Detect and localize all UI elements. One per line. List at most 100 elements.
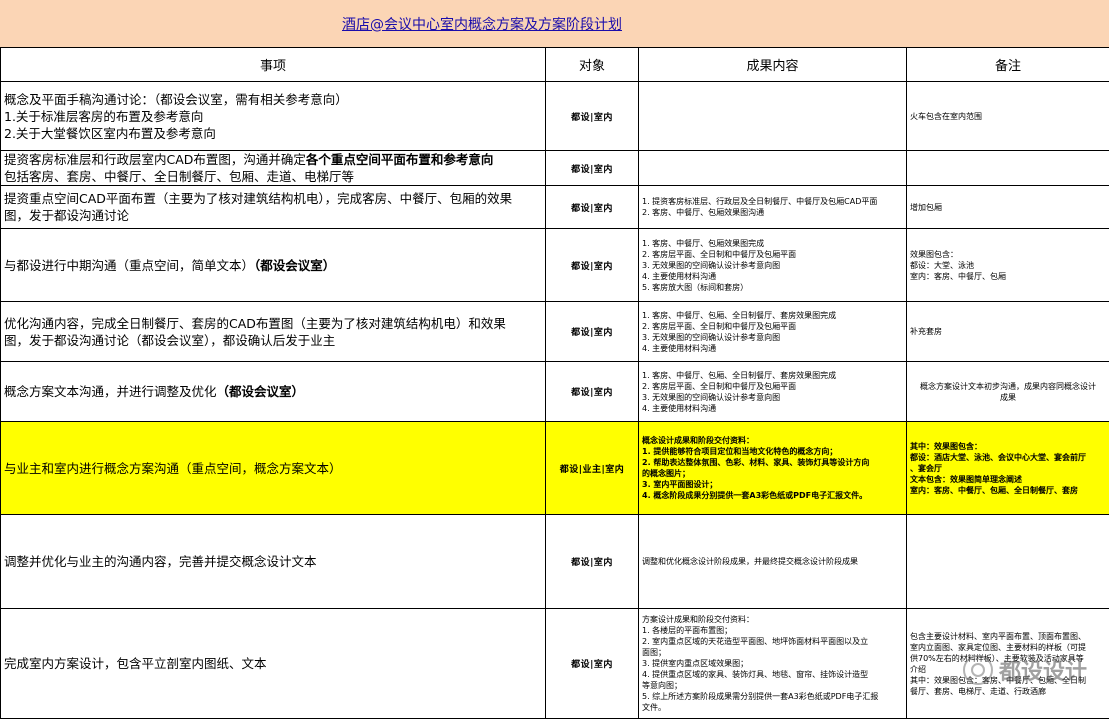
item-line: 调整并优化与业主的沟通内容，完善并提交概念设计文本 xyxy=(4,553,542,570)
remark-cell: 火车包含在室内范围 xyxy=(907,82,1109,151)
remark-cell xyxy=(907,515,1109,609)
watermark: 都设设计 xyxy=(963,654,1087,686)
table-row: 调整并优化与业主的沟通内容，完善并提交概念设计文本都设|室内调整和优化概念设计阶… xyxy=(1,515,1109,609)
result-line: 1. 提资客房标准层、行政层及全日制餐厅、中餐厅及包厢CAD平面 xyxy=(642,196,903,207)
item-line: 与都设进行中期沟通（重点空间，简单文本）（都设会议室） xyxy=(4,257,542,274)
item-text: 2.关于大堂餐饮区室内布置及参考意向 xyxy=(4,126,216,141)
table-row: 与都设进行中期沟通（重点空间，简单文本）（都设会议室）都设|室内1. 客房、中餐… xyxy=(1,229,1109,302)
result-line: 调整和优化概念设计阶段成果，并最终提交概念设计阶段成果 xyxy=(642,556,903,567)
result-line: 5. 综上所述方案阶段成果需分别提供一套A3彩色纸或PDF电子汇报 xyxy=(642,691,903,702)
remark-cell: 其中：效果图包含：都设：酒店大堂、泳池、会议中心大堂、宴会前厅、宴会厅文本包含：… xyxy=(907,422,1109,515)
item-line: 概念及平面手稿沟通讨论：（都设会议室，需有相关参考意向） xyxy=(4,91,542,108)
result-line: 2. 帮助表达整体氛围、色彩、材料、家具、装饰灯具等设计方向 xyxy=(642,457,903,468)
item-line: 提资客房标准层和行政层室内CAD布置图，沟通并确定各个重点空间平面布置和参考意向 xyxy=(4,151,542,168)
remark-cell: 增加包厢 xyxy=(907,186,1109,229)
remark-cell xyxy=(907,151,1109,186)
header-item: 事项 xyxy=(1,48,546,82)
header-remark: 备注 xyxy=(907,48,1109,82)
table-row: 与业主和室内进行概念方案沟通（重点空间，概念方案文本） 都设|业主|室内概念设计成… xyxy=(1,422,1109,515)
table-row: 优化沟通内容，完成全日制餐厅、套房的CAD布置图（主要为了核对建筑结构机电）和效… xyxy=(1,302,1109,362)
result-line: 1. 提供能够符合项目定位和当地文化特色的概念方向； xyxy=(642,446,903,457)
table-row: 提资客房标准层和行政层室内CAD布置图，沟通并确定各个重点空间平面布置和参考意向… xyxy=(1,151,1109,186)
result-line: 等意向图； xyxy=(642,680,903,691)
item-bold: （都设会议室） xyxy=(217,384,305,399)
remark-line: 补充套房 xyxy=(910,326,1106,337)
remark-line: 室内：客房、中餐厅、包厢 xyxy=(910,271,1106,282)
result-line: 5. 客房放大图（标间和套房） xyxy=(642,282,903,293)
result-line: 4. 概念阶段成果分别提供一套A3彩色纸或PDF电子汇报文件。 xyxy=(642,490,903,501)
item-cell: 提资重点空间CAD平面布置（主要为了核对建筑结构机电），完成客房、中餐厅、包厢的… xyxy=(1,186,546,229)
remark-line: 室内立面图、家具定位图、主要材料的样板（可提 xyxy=(910,642,1106,653)
result-cell: 1. 客房、中餐厅、包厢、全日制餐厅、套房效果图完成2. 客房层平面、全日制和中… xyxy=(639,302,907,362)
remark-line: 增加包厢 xyxy=(910,202,1106,213)
item-text: 概念方案文本沟通，并进行调整及优化 xyxy=(4,384,217,399)
item-text: 与业主和室内进行概念方案沟通（重点空间，概念方案文本） xyxy=(4,461,342,476)
item-text: 概念及平面手稿沟通讨论：（都设会议室，需有相关参考意向） xyxy=(4,92,348,107)
result-line: 4. 主要使用材料沟通 xyxy=(642,403,903,414)
header-row: 事项 对象 成果内容 备注 xyxy=(1,48,1109,82)
result-line: 1. 各楼层的平面布置图； xyxy=(642,625,903,636)
result-cell: 方案设计成果和阶段交付资料：1. 各楼层的平面布置图；2. 室内重点区域的天花造… xyxy=(639,609,907,719)
result-line: 2. 客房层平面、全日制和中餐厅及包厢平面 xyxy=(642,321,903,332)
result-line: 2. 客房、中餐厅、包厢效果图沟通 xyxy=(642,207,903,218)
remark-line: 成果 xyxy=(910,392,1106,403)
item-text: 完成室内方案设计，包含平立剖室内图纸、文本 xyxy=(4,656,267,671)
item-text: 1.关于标准层客房的布置及参考意向 xyxy=(4,109,203,124)
item-bold: （都设会议室） xyxy=(254,258,335,273)
remark-line: 都设：酒店大堂、泳池、会议中心大堂、宴会前厅 xyxy=(910,452,1106,463)
item-line: 2.关于大堂餐饮区室内布置及参考意向 xyxy=(4,125,542,142)
result-line: 3. 提供室内重点区域效果图； xyxy=(642,658,903,669)
target-cell: 都设|室内 xyxy=(546,609,639,719)
result-line: 2. 客房层平面、全日制和中餐厅及包厢平面 xyxy=(642,249,903,260)
result-line: 2. 客房层平面、全日制和中餐厅及包厢平面 xyxy=(642,381,903,392)
target-cell: 都设|室内 xyxy=(546,229,639,302)
item-line: 图，发于都设沟通讨论 xyxy=(4,207,542,224)
item-line: 包括客房、套房、中餐厅、全日制餐厅、包厢、走道、电梯厅等 xyxy=(4,168,542,185)
plan-table: 事项 对象 成果内容 备注 概念及平面手稿沟通讨论：（都设会议室，需有相关参考意… xyxy=(0,47,1109,719)
item-text: 提资重点空间CAD平面布置（主要为了核对建筑结构机电），完成客房、中餐厅、包厢的… xyxy=(4,191,512,206)
result-line: 3. 室内平面图设计； xyxy=(642,479,903,490)
remark-line: 、宴会厅 xyxy=(910,463,1106,474)
remark-line: 包含主要设计材料、室内平面布置、顶面布置图、 xyxy=(910,631,1106,642)
remark-line: 其中：效果图包含： xyxy=(910,441,1106,452)
result-line: 方案设计成果和阶段交付资料： xyxy=(642,614,903,625)
remark-cell: 补充套房 xyxy=(907,302,1109,362)
remark-line: 室内：客房、中餐厅、包厢、全日制餐厅、套房 xyxy=(910,485,1106,496)
remark-line: 都设：大堂、泳池 xyxy=(910,260,1106,271)
item-cell: 优化沟通内容，完成全日制餐厅、套房的CAD布置图（主要为了核对建筑结构机电）和效… xyxy=(1,302,546,362)
item-line: 图，发于都设沟通讨论（都设会议室），都设确认后发于业主 xyxy=(4,332,542,349)
target-cell: 都设|室内 xyxy=(546,302,639,362)
result-line: 1. 客房、中餐厅、包厢、全日制餐厅、套房效果图完成 xyxy=(642,310,903,321)
item-cell: 概念方案文本沟通，并进行调整及优化（都设会议室） xyxy=(1,362,546,422)
remark-line: 文本包含：效果图简单理念阐述 xyxy=(910,474,1106,485)
table-row: 概念及平面手稿沟通讨论：（都设会议室，需有相关参考意向） 1.关于标准层客房的布置… xyxy=(1,82,1109,151)
result-cell: 1. 客房、中餐厅、包厢效果图完成2. 客房层平面、全日制和中餐厅及包厢平面3.… xyxy=(639,229,907,302)
watermark-text: 都设设计 xyxy=(999,654,1087,686)
remark-line: 火车包含在室内范围 xyxy=(910,111,1106,122)
result-cell: 1. 提资客房标准层、行政层及全日制餐厅、中餐厅及包厢CAD平面2. 客房、中餐… xyxy=(639,186,907,229)
title-link[interactable]: 酒店@会议中心室内概念方案及方案阶段计划 xyxy=(342,14,622,34)
result-line: 3. 无效果图的空间确认设计参考意向图 xyxy=(642,332,903,343)
result-line: 文件。 xyxy=(642,702,903,713)
item-cell: 与都设进行中期沟通（重点空间，简单文本）（都设会议室） xyxy=(1,229,546,302)
item-line: 1.关于标准层客房的布置及参考意向 xyxy=(4,108,542,125)
result-line: 概念设计成果和阶段交付资料： xyxy=(642,435,903,446)
result-line: 1. 客房、中餐厅、包厢效果图完成 xyxy=(642,238,903,249)
result-cell: 1. 客房、中餐厅、包厢、全日制餐厅、套房效果图完成2. 客房层平面、全日制和中… xyxy=(639,362,907,422)
table-row: 完成室内方案设计，包含平立剖室内图纸、文本 都设|室内方案设计成果和阶段交付资料：… xyxy=(1,609,1109,719)
target-cell: 都设|业主|室内 xyxy=(546,422,639,515)
item-line: 优化沟通内容，完成全日制餐厅、套房的CAD布置图（主要为了核对建筑结构机电）和效… xyxy=(4,315,542,332)
item-cell: 完成室内方案设计，包含平立剖室内图纸、文本 xyxy=(1,609,546,719)
result-line: 4. 提供重点区域的家具、装饰灯具、地毯、窗帘、挂饰设计造型 xyxy=(642,669,903,680)
remark-line: 概念方案设计文本初步沟通，成果内容同概念设计 xyxy=(910,381,1106,392)
item-cell: 调整并优化与业主的沟通内容，完善并提交概念设计文本 xyxy=(1,515,546,609)
target-cell: 都设|室内 xyxy=(546,82,639,151)
item-text: 图，发于都设沟通讨论 xyxy=(4,208,129,223)
result-line: 3. 无效果图的空间确认设计参考意向图 xyxy=(642,260,903,271)
result-line: 4. 主要使用材料沟通 xyxy=(642,343,903,354)
table-body: 概念及平面手稿沟通讨论：（都设会议室，需有相关参考意向） 1.关于标准层客房的布置… xyxy=(1,82,1109,719)
table-row: 概念方案文本沟通，并进行调整及优化（都设会议室）都设|室内1. 客房、中餐厅、包… xyxy=(1,362,1109,422)
target-cell: 都设|室内 xyxy=(546,515,639,609)
result-cell: 调整和优化概念设计阶段成果，并最终提交概念设计阶段成果 xyxy=(639,515,907,609)
result-cell xyxy=(639,151,907,186)
